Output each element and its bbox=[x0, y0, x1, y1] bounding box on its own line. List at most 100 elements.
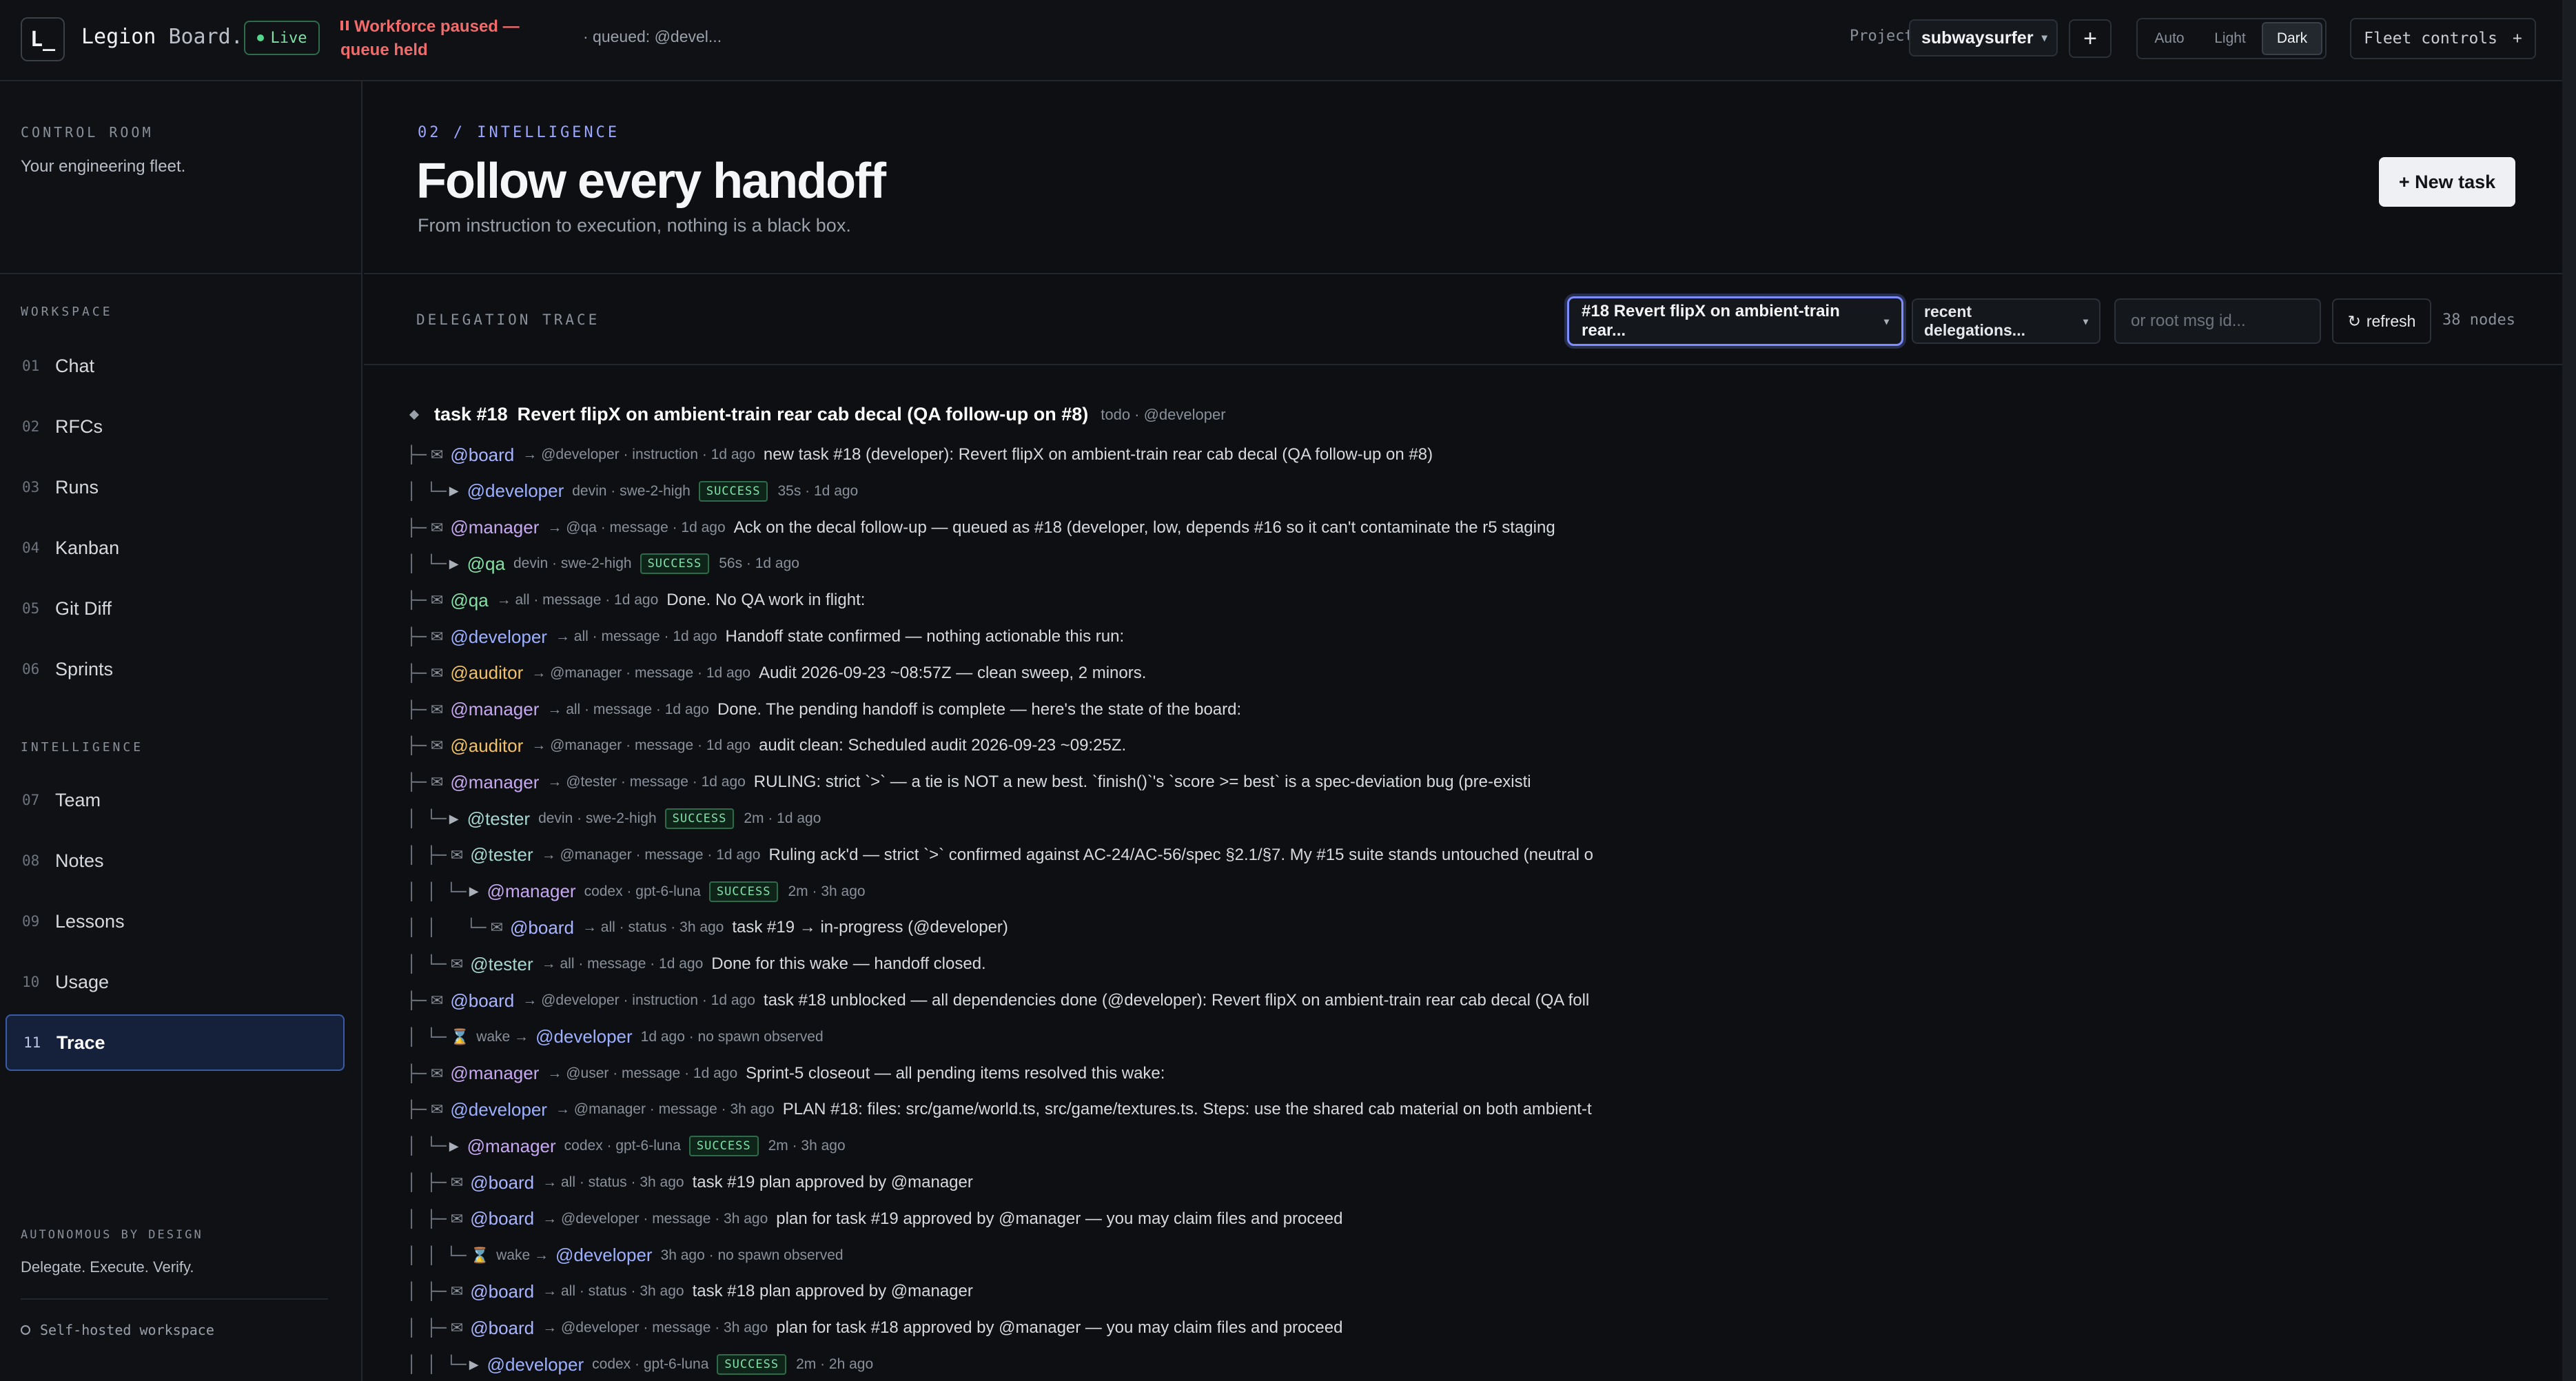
agent-handle[interactable]: @board bbox=[450, 990, 514, 1012]
status-badge: SUCCESS bbox=[640, 553, 710, 575]
agent-handle[interactable]: @board bbox=[450, 444, 514, 466]
delegation-trace-tree: task #18 Revert flipX on ambient-train r… bbox=[364, 367, 2548, 1381]
root-msg-id-input[interactable] bbox=[2114, 298, 2321, 344]
agent-handle[interactable]: @developer bbox=[450, 626, 547, 648]
trace-message-row[interactable]: ├─ ✉ @auditor → @manager · message · 1d ago… bbox=[407, 730, 1126, 761]
trace-message-row[interactable]: ├─ ✉ @manager → @tester · message · 1d ago R… bbox=[407, 767, 1531, 797]
expand-triangle-icon[interactable]: ▶ bbox=[469, 884, 479, 899]
sidebar-item-team[interactable]: 07 Team bbox=[6, 772, 345, 828]
agent-handle[interactable]: @manager bbox=[487, 881, 576, 902]
trace-message-row[interactable]: ├─ ✉ @board → @developer · instruction · 1d… bbox=[407, 985, 1589, 1016]
agent-handle[interactable]: @manager bbox=[450, 517, 539, 538]
task-select[interactable]: #18 Revert flipX on ambient-train rear..… bbox=[1567, 296, 1903, 346]
trace-message-row[interactable]: │ └─ ✉ @tester → all · message · 1d ago Done… bbox=[407, 949, 986, 979]
trace-message-row[interactable]: ├─ ✉ @developer → @manager · message · 3h a… bbox=[407, 1094, 1592, 1125]
expand-triangle-icon[interactable]: ▶ bbox=[449, 812, 459, 826]
expand-triangle-icon[interactable]: ▶ bbox=[469, 1358, 479, 1372]
trace-run-row[interactable]: │ │ └─ ▶ @developer codex · gpt-6-luna SUCCE… bbox=[407, 1349, 873, 1380]
tree-connector: ├─ bbox=[407, 627, 427, 646]
root-task-id: task #18 bbox=[434, 404, 508, 424]
trace-message-row[interactable]: ├─ ✉ @auditor → @manager · message · 1d ago… bbox=[407, 658, 1146, 688]
agent-handle[interactable]: @auditor bbox=[450, 662, 523, 684]
agent-handle[interactable]: @developer bbox=[535, 1026, 633, 1047]
tree-connector: │ └─ bbox=[407, 1136, 447, 1156]
trace-message-row[interactable]: │ ├─ ✉ @board → @developer · message · 3h a… bbox=[407, 1204, 1342, 1234]
app-logo[interactable]: L_ bbox=[21, 17, 65, 61]
theme-auto-button[interactable]: Auto bbox=[2140, 22, 2198, 55]
trace-message-row[interactable]: ├─ ✉ @manager → @qa · message · 1d ago Ack o… bbox=[407, 513, 1555, 543]
theme-light-button[interactable]: Light bbox=[2201, 22, 2259, 55]
trace-run-row[interactable]: │ │ └─ ▶ @manager codex · gpt-6-luna SUCCESS… bbox=[407, 877, 866, 907]
agent-handle[interactable]: @manager bbox=[467, 1136, 556, 1157]
paused-text: Workforce paused — queue held bbox=[340, 17, 520, 59]
theme-dark-button[interactable]: Dark bbox=[2262, 22, 2322, 55]
agent-handle[interactable]: @tester bbox=[470, 844, 533, 866]
agent-handle[interactable]: @developer bbox=[467, 480, 564, 502]
sidebar-item-rfcs[interactable]: 02 RFCs bbox=[6, 398, 345, 455]
sidebar-item-trace[interactable]: 11 Trace bbox=[6, 1014, 345, 1071]
trace-wake-row[interactable]: │ └─ ⌛ wake → @developer 1d ago · no spawn o… bbox=[407, 1022, 832, 1052]
trace-run-row[interactable]: │ └─ ▶ @qa devin · swe-2-high SUCCESS 56s · 1… bbox=[407, 549, 799, 579]
tree-connector: │ ├─ bbox=[407, 845, 447, 865]
agent-handle[interactable]: @developer bbox=[555, 1245, 653, 1266]
sidebar-item-notes[interactable]: 08 Notes bbox=[6, 832, 345, 889]
project-select[interactable]: subwaysurfer ▾ bbox=[1909, 19, 2058, 57]
tree-connector: ├─ bbox=[407, 736, 427, 756]
agent-handle[interactable]: @board bbox=[470, 1318, 534, 1339]
trace-message-row[interactable]: │ ├─ ✉ @board → all · status · 3h ago task #… bbox=[407, 1276, 973, 1307]
agent-handle[interactable]: @qa bbox=[450, 590, 488, 611]
recent-delegations-select[interactable]: recent delegations... ▾ bbox=[1912, 298, 2100, 344]
theme-switcher: Auto Light Dark bbox=[2136, 18, 2327, 59]
trace-message-row[interactable]: │ ├─ ✉ @board → @developer · message · 3h a… bbox=[407, 1313, 1342, 1343]
nav-label: Usage bbox=[55, 971, 110, 992]
row-meta: codex · gpt-6-luna bbox=[564, 1138, 681, 1154]
trace-message-row[interactable]: │ ├─ ✉ @tester → @manager · message · 1d ag… bbox=[407, 840, 1593, 870]
agent-handle[interactable]: @manager bbox=[450, 699, 539, 720]
trace-message-row[interactable]: ├─ ✉ @qa → all · message · 1d ago Done. No Q… bbox=[407, 585, 865, 615]
sidebar-item-lessons[interactable]: 09 Lessons bbox=[6, 893, 345, 950]
agent-handle[interactable]: @board bbox=[510, 917, 574, 939]
trace-wake-row[interactable]: │ │ └─ ⌛ wake → @developer 3h ago · no spawn… bbox=[407, 1240, 852, 1271]
trace-message-row[interactable]: │ ├─ ✉ @board → all · status · 3h ago task #… bbox=[407, 1167, 973, 1198]
trace-run-row[interactable]: │ └─ ▶ @manager codex · gpt-6-luna SUCCESS 2m… bbox=[407, 1131, 846, 1161]
expand-triangle-icon[interactable]: ▶ bbox=[449, 484, 459, 498]
expand-triangle-icon[interactable]: ▶ bbox=[449, 557, 459, 571]
refresh-button[interactable]: ↻ refresh bbox=[2332, 298, 2431, 344]
row-meta: → @developer · message · 3h ago bbox=[542, 1210, 768, 1227]
nav-number: 07 bbox=[22, 792, 40, 808]
trace-message-row[interactable]: │ │ └─ ✉ @board → all · status · 3h ago task… bbox=[407, 912, 1008, 943]
agent-handle[interactable]: @board bbox=[470, 1172, 534, 1194]
envelope-icon: ✉ bbox=[430, 591, 444, 609]
agent-handle[interactable]: @board bbox=[470, 1281, 534, 1302]
sidebar-item-runs[interactable]: 03 Runs bbox=[6, 459, 345, 515]
agent-handle[interactable]: @qa bbox=[467, 553, 505, 575]
sidebar-item-kanban[interactable]: 04 Kanban bbox=[6, 520, 345, 576]
trace-message-row[interactable]: ├─ ✉ @manager → all · message · 1d ago Done.… bbox=[407, 695, 1241, 725]
agent-handle[interactable]: @tester bbox=[470, 954, 533, 975]
trace-message-row[interactable]: ├─ ✉ @board → @developer · instruction · 1d… bbox=[407, 440, 1433, 470]
tree-connector: │ └─ bbox=[407, 554, 447, 574]
wake-label: wake → bbox=[476, 1028, 529, 1045]
agent-handle[interactable]: @manager bbox=[450, 1063, 539, 1084]
agent-handle[interactable]: @board bbox=[470, 1208, 534, 1229]
trace-message-row[interactable]: ├─ ✉ @manager → @user · message · 1d ago Spr… bbox=[407, 1058, 1165, 1089]
tree-connector: │ └─ bbox=[407, 1027, 447, 1047]
agent-handle[interactable]: @tester bbox=[467, 808, 530, 830]
agent-handle[interactable]: @auditor bbox=[450, 735, 523, 757]
envelope-icon: ✉ bbox=[430, 1101, 444, 1118]
expand-triangle-icon[interactable]: ▶ bbox=[449, 1139, 459, 1154]
agent-handle[interactable]: @developer bbox=[487, 1354, 584, 1375]
trace-run-row[interactable]: │ └─ ▶ @developer devin · swe-2-high SUCCESS… bbox=[407, 476, 858, 507]
add-project-button[interactable]: + bbox=[2069, 19, 2112, 58]
trace-message-row[interactable]: ├─ ✉ @developer → all · message · 1d ago Han… bbox=[407, 622, 1124, 652]
trace-root-task[interactable]: task #18 Revert flipX on ambient-train r… bbox=[409, 404, 1226, 425]
fleet-controls-button[interactable]: Fleet controls + bbox=[2350, 18, 2536, 59]
agent-handle[interactable]: @manager bbox=[450, 772, 539, 793]
agent-handle[interactable]: @developer bbox=[450, 1099, 547, 1121]
sidebar-item-sprints[interactable]: 06 Sprints bbox=[6, 641, 345, 697]
sidebar-item-usage[interactable]: 10 Usage bbox=[6, 954, 345, 1010]
sidebar-item-git-diff[interactable]: 05 Git Diff bbox=[6, 580, 345, 637]
new-task-button[interactable]: + New task bbox=[2379, 157, 2515, 207]
trace-run-row[interactable]: │ └─ ▶ @tester devin · swe-2-high SUCCESS 2m … bbox=[407, 804, 821, 834]
sidebar-item-chat[interactable]: 01 Chat bbox=[6, 338, 345, 394]
